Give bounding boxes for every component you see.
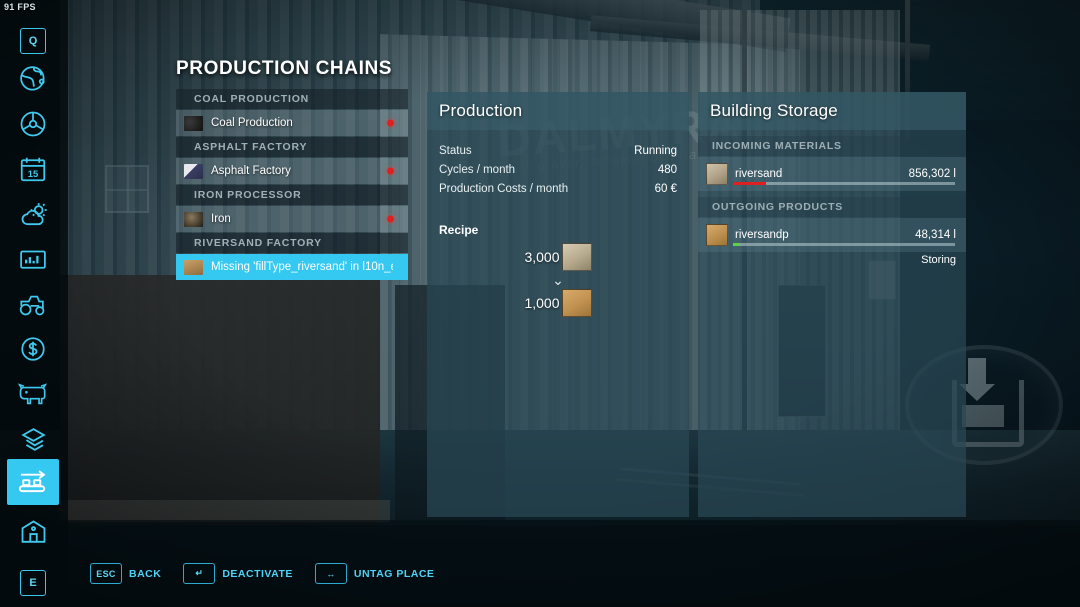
- recipe-output-row: 1,000: [524, 289, 591, 317]
- stat-status-label: Status: [439, 145, 472, 157]
- group-header-riversand: RIVERSAND FACTORY: [176, 233, 408, 253]
- group-header-iron: IRON PROCESSOR: [176, 185, 408, 205]
- sidebar-item-contracts[interactable]: [7, 416, 59, 462]
- help-item-back[interactable]: ESC BACK: [90, 563, 161, 584]
- asphalt-thumbnail-icon: [184, 164, 203, 179]
- e-key-icon: E: [20, 570, 46, 596]
- section-header-incoming: INCOMING MATERIALS: [698, 136, 966, 156]
- storage-fill-bar: [733, 182, 955, 185]
- globe-icon: [18, 64, 48, 94]
- sidebar-item-vehicles[interactable]: [7, 101, 59, 147]
- production-chains-list: PRODUCTION CHAINS COAL PRODUCTION Coal P…: [176, 58, 408, 280]
- storage-fill-bar: [733, 243, 955, 246]
- recipe-input-row: 3,000: [524, 243, 591, 271]
- leftright-key-icon: ↔: [315, 563, 347, 584]
- storage-fill-level: [733, 182, 766, 185]
- recipe-input-amount: 3,000: [524, 249, 559, 265]
- section-header-outgoing: OUTGOING PRODUCTS: [698, 197, 966, 217]
- esc-key-icon: ESC: [90, 563, 122, 584]
- help-label-deactivate: DEACTIVATE: [222, 568, 293, 580]
- storage-panel-header: Building Storage: [698, 92, 966, 130]
- list-item-label: Asphalt Factory: [211, 165, 291, 177]
- q-key-icon: Q: [20, 28, 46, 54]
- contracts-icon: [18, 424, 49, 455]
- recipe-arrow-down-icon: ⌄: [552, 273, 564, 287]
- coal-thumbnail-icon: [184, 116, 203, 131]
- stat-cycles-value: 480: [658, 164, 677, 176]
- weather-icon: [18, 199, 49, 230]
- help-item-deactivate[interactable]: ↵ DEACTIVATE: [183, 563, 293, 584]
- storage-row-name: riversandp: [735, 229, 789, 241]
- group-header-coal: COAL PRODUCTION: [176, 89, 408, 109]
- sidebar: Q 15: [0, 0, 68, 607]
- page-title: PRODUCTION CHAINS: [176, 58, 408, 89]
- svg-text:15: 15: [28, 169, 38, 179]
- storage-panel-title: Building Storage: [710, 101, 838, 121]
- list-item-label: Missing 'fillType_riversand' in l10n_en.…: [211, 261, 393, 273]
- recipe-output-amount: 1,000: [524, 295, 559, 311]
- production-panel-header: Production: [427, 92, 689, 130]
- sidebar-item-animals[interactable]: [7, 371, 59, 417]
- storage-row-riversand[interactable]: riversand 856,302 l: [698, 157, 966, 191]
- help-bar: ESC BACK ↵ DEACTIVATE ↔ UNTAG PLACE: [90, 563, 434, 584]
- riversand-thumbnail-icon: [184, 260, 203, 275]
- list-item-coal-production[interactable]: Coal Production: [176, 110, 408, 136]
- storage-row-amount: 48,314 l: [915, 229, 956, 241]
- stat-costs-value: 60 €: [655, 183, 677, 195]
- cow-icon: [17, 379, 50, 409]
- iron-thumbnail-icon: [184, 212, 203, 227]
- enter-key-icon: ↵: [183, 563, 215, 584]
- storage-row-amount: 856,302 l: [909, 168, 956, 180]
- recipe-label: Recipe: [427, 223, 689, 237]
- stat-cycles: Cycles / month 480: [427, 160, 689, 179]
- recipe-output-icon: [562, 289, 592, 317]
- stat-cycles-label: Cycles / month: [439, 164, 515, 176]
- sidebar-item-calendar[interactable]: 15: [7, 146, 59, 192]
- sidebar-item-map[interactable]: [7, 56, 59, 102]
- storage-fill-level: [733, 243, 740, 246]
- stat-status: Status Running: [427, 141, 689, 160]
- list-item-riversand-factory[interactable]: Missing 'fillType_riversand' in l10n_en.…: [176, 254, 408, 280]
- list-item-label: Coal Production: [211, 117, 293, 129]
- riversandp-icon: [706, 224, 728, 246]
- barn-icon: [18, 516, 49, 547]
- sidebar-item-vehicle-tractor[interactable]: [7, 281, 59, 327]
- sidebar-item-statistics[interactable]: [7, 236, 59, 282]
- money-icon: [18, 334, 48, 364]
- steering-wheel-icon: [18, 109, 48, 139]
- calendar-icon: 15: [18, 154, 48, 184]
- stat-costs-label: Production Costs / month: [439, 183, 568, 195]
- status-indicator-dot: [387, 120, 394, 127]
- statistics-icon: [18, 244, 48, 274]
- game-screen: DALMYRA Vi gräver, schaktar och fraktar …: [0, 0, 1080, 607]
- sidebar-item-production[interactable]: [7, 459, 59, 505]
- production-panel: Production Status Running Cycles / month…: [427, 92, 689, 517]
- tractor-icon: [17, 288, 49, 320]
- stat-status-value: Running: [634, 145, 677, 157]
- sidebar-item-weather[interactable]: [7, 191, 59, 237]
- riversand-icon: [706, 163, 728, 185]
- help-label-untag-place: UNTAG PLACE: [354, 568, 435, 580]
- production-panel-title: Production: [439, 101, 522, 121]
- stat-costs: Production Costs / month 60 €: [427, 179, 689, 198]
- status-indicator-dot: [387, 216, 394, 223]
- group-header-asphalt: ASPHALT FACTORY: [176, 137, 408, 157]
- storage-row-note: Storing: [698, 252, 966, 266]
- help-label-back: BACK: [129, 568, 161, 580]
- status-indicator-dot: [387, 168, 394, 175]
- sidebar-item-finances[interactable]: [7, 326, 59, 372]
- storage-row-name: riversand: [735, 168, 782, 180]
- list-item-label: Iron: [211, 213, 231, 225]
- recipe-input-icon: [562, 243, 592, 271]
- sidebar-item-help-key[interactable]: E: [7, 560, 59, 606]
- sidebar-item-farm-building[interactable]: [7, 508, 59, 554]
- list-item-iron[interactable]: Iron: [176, 206, 408, 232]
- storage-row-riversandp[interactable]: riversandp 48,314 l: [698, 218, 966, 252]
- help-item-untag-place[interactable]: ↔ UNTAG PLACE: [315, 563, 435, 584]
- recipe-diagram: 3,000 ⌄ 1,000: [427, 243, 689, 317]
- building-storage-panel: Building Storage INCOMING MATERIALS rive…: [698, 92, 966, 517]
- list-item-asphalt-factory[interactable]: Asphalt Factory: [176, 158, 408, 184]
- production-conveyor-icon: [16, 467, 50, 497]
